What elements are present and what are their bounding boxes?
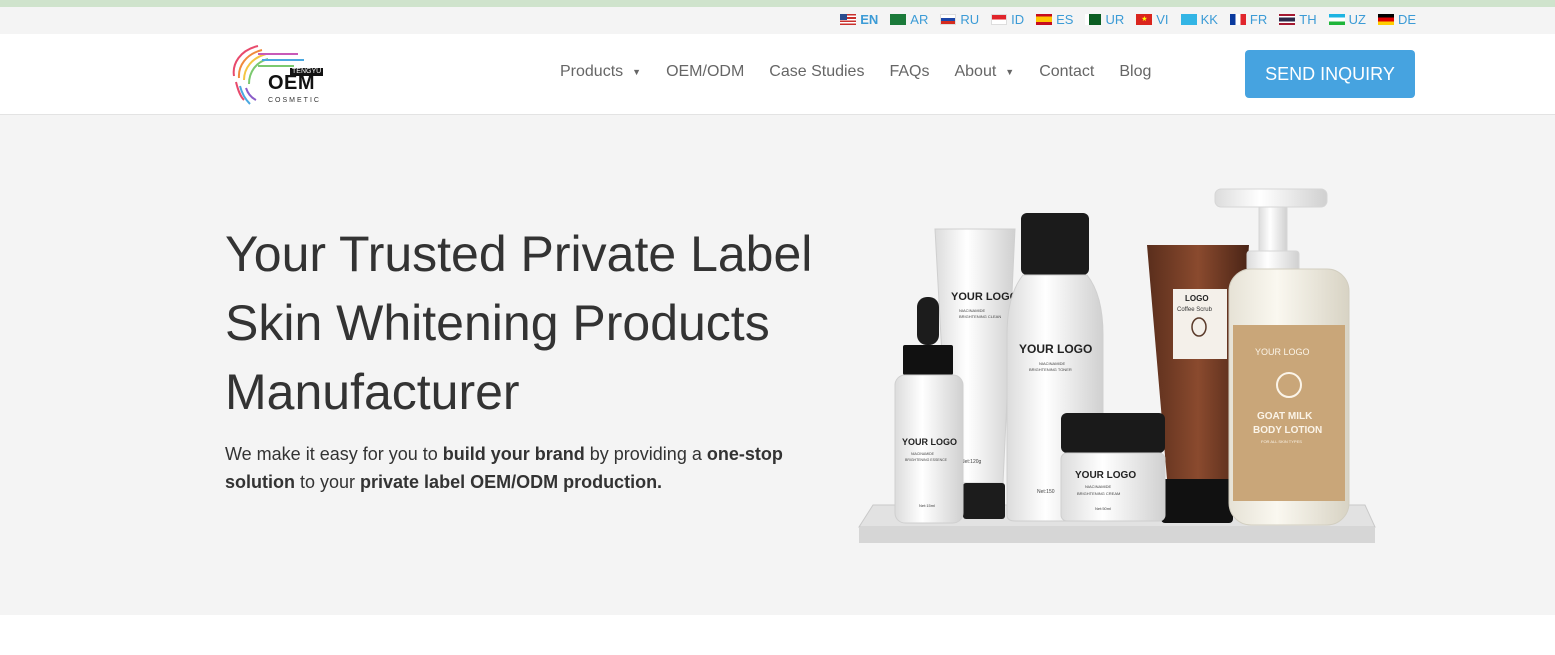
svg-text:Net:120g: Net:120g [961,459,982,465]
lang-es[interactable]: ES [1036,12,1073,27]
lang-vi[interactable]: ★ VI [1136,12,1169,27]
pump-head [1214,188,1328,208]
scrub-cap [1161,479,1233,523]
svg-text:BRIGHTENING CREAM: BRIGHTENING CREAM [1077,491,1120,496]
hero-description: We make it easy for you to build your br… [225,444,783,492]
lang-uz[interactable]: UZ [1328,12,1366,27]
pump-collar [1246,250,1300,272]
svg-text:Coffee Scrub: Coffee Scrub [1177,307,1213,313]
jar-lid [1061,413,1165,453]
kazakhstan-flag-icon [1180,14,1197,25]
svg-text:Net:50ml: Net:50ml [1095,506,1111,511]
lang-kk[interactable]: KK [1180,12,1218,27]
logo-main-text: OEM [268,72,316,94]
svg-text:Net:150: Net:150 [1037,489,1055,495]
svg-text:NIACINAMIDE: NIACINAMIDE [1039,361,1066,366]
nav-about[interactable]: About ▼ [954,63,1014,81]
thailand-flag-icon [1279,14,1296,25]
hero-title: Your Trusted Private Label Skin Whitenin… [225,226,813,420]
vietnam-flag-icon: ★ [1136,14,1153,25]
nav-faqs[interactable]: FAQs [889,63,929,81]
language-bar: EN AR RU ID ES UR ★ VI KK FR TH UZ DE [0,7,1555,34]
lang-th[interactable]: TH [1279,12,1317,27]
main-nav: Products ▼ OEM/ODM Case Studies FAQs Abou… [560,63,1176,81]
nav-case-studies[interactable]: Case Studies [769,63,864,81]
svg-text:YOUR LOGO: YOUR LOGO [1255,347,1310,357]
dropper-bottle [894,374,964,524]
russia-flag-icon [940,14,957,25]
indonesia-flag-icon [991,14,1008,25]
lang-id[interactable]: ID [991,12,1024,27]
toner-cap [1021,213,1089,275]
svg-text:BRIGHTENING ESSENCE: BRIGHTENING ESSENCE [905,458,948,462]
dropper-collar [903,345,953,375]
lang-ur[interactable]: UR [1085,12,1124,27]
svg-text:GOAT MILK: GOAT MILK [1257,411,1313,422]
svg-text:YOUR LOGO: YOUR LOGO [1019,342,1092,356]
svg-text:FOR ALL SKIN TYPES: FOR ALL SKIN TYPES [1261,439,1302,444]
hero-section: Your Trusted Private Label Skin Whitenin… [0,115,1555,615]
tube-cap [963,483,1005,519]
caret-down-icon: ▼ [1005,67,1015,77]
lang-ar[interactable]: AR [890,12,928,27]
svg-text:YOUR LOGO: YOUR LOGO [902,437,957,447]
svg-text:BRIGHTENING CLEAN: BRIGHTENING CLEAN [959,314,1001,319]
svg-text:NIACINAMIDE: NIACINAMIDE [911,452,935,456]
uzbekistan-flag-icon [1328,14,1345,25]
france-flag-icon [1229,14,1246,25]
nav-oem-odm[interactable]: OEM/ODM [666,63,744,81]
dropper-bulb [917,297,939,345]
svg-text:YOUR LOGO: YOUR LOGO [951,291,1019,303]
saudi-flag-icon [890,14,907,25]
logo-sub-text: COSMETIC [268,97,321,104]
product-lineup-image: YOUR LOGO NIACINAMIDE BRIGHTENING CLEAN … [858,188,1376,543]
nav-blog[interactable]: Blog [1119,63,1151,81]
svg-text:BRIGHTENING TONER: BRIGHTENING TONER [1029,367,1072,372]
lang-en[interactable]: EN [840,12,878,27]
svg-text:Net:15ml: Net:15ml [919,503,935,508]
language-list: EN AR RU ID ES UR ★ VI KK FR TH UZ DE [828,12,1416,27]
pump-stem [1258,206,1288,252]
svg-text:NIACINAMIDE: NIACINAMIDE [1085,484,1112,489]
top-accent-strip [0,0,1555,7]
lang-de[interactable]: DE [1377,12,1416,27]
site-header: TENGYU OEM COSMETIC Products ▼ OEM/ODM Ca… [0,34,1555,115]
send-inquiry-button[interactable]: SEND INQUIRY [1245,50,1415,98]
lang-fr[interactable]: FR [1229,12,1267,27]
caret-down-icon: ▼ [632,67,642,77]
jar-body [1060,452,1166,522]
shelf-front [859,527,1375,543]
svg-text:BODY LOTION: BODY LOTION [1253,425,1322,436]
lang-ru[interactable]: RU [940,12,979,27]
svg-text:NIACINAMIDE: NIACINAMIDE [959,308,986,313]
svg-text:LOGO: LOGO [1185,294,1209,303]
us-flag-icon [840,14,857,25]
spain-flag-icon [1036,14,1053,25]
nav-contact[interactable]: Contact [1039,63,1094,81]
pakistan-flag-icon [1085,14,1102,25]
svg-text:YOUR LOGO: YOUR LOGO [1075,470,1136,481]
nav-products[interactable]: Products ▼ [560,63,641,81]
germany-flag-icon [1377,14,1394,25]
